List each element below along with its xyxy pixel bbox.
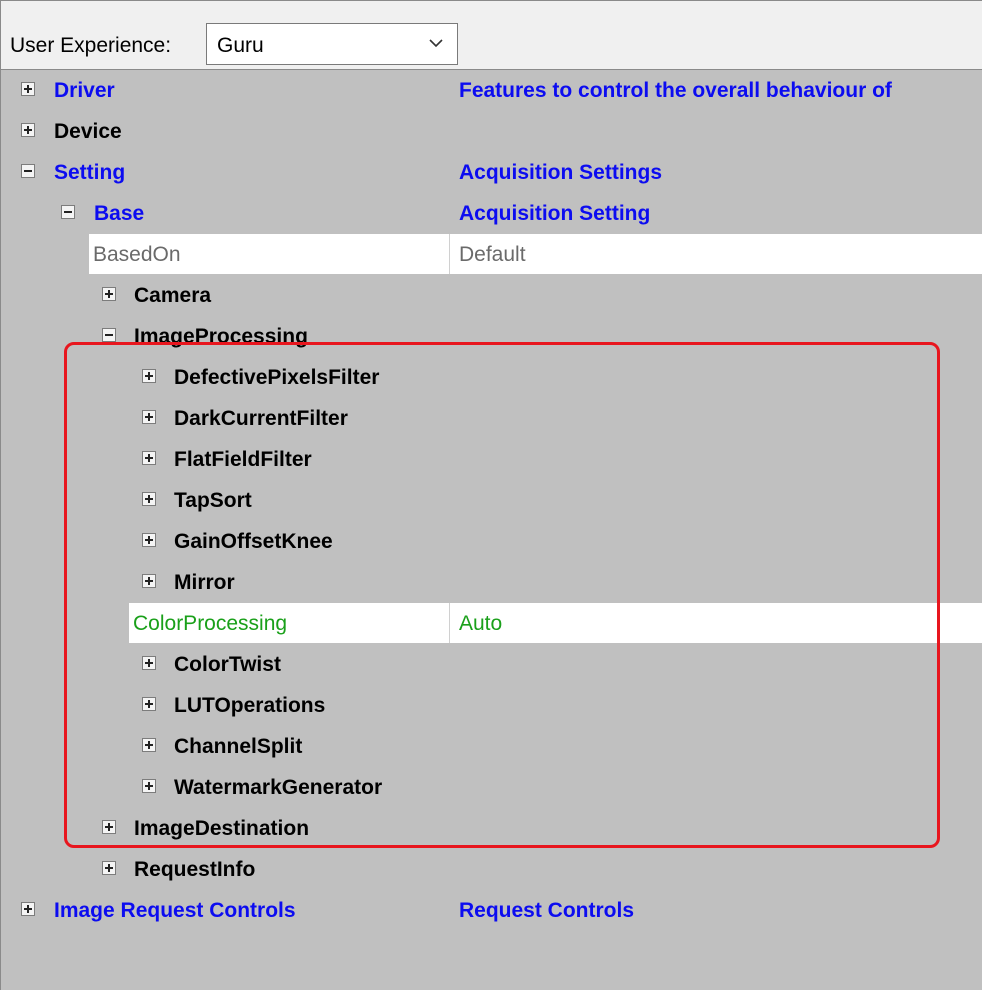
tree-row-base[interactable]: Base Acquisition Setting (1, 193, 982, 233)
tree-label: FlatFieldFilter (174, 448, 312, 471)
tree-label: Base (94, 202, 145, 225)
expand-icon[interactable] (102, 861, 116, 875)
tree-label: ColorTwist (174, 653, 281, 676)
tree-label: DefectivePixelsFilter (174, 366, 380, 389)
tree-description: Acquisition Setting (459, 202, 651, 225)
tree-label: Mirror (174, 571, 235, 594)
expand-icon[interactable] (142, 492, 156, 506)
tree-row-color-processing[interactable]: ColorProcessing Auto (129, 603, 982, 643)
user-experience-label: User Experience: (10, 34, 172, 57)
tree-label: Camera (134, 284, 212, 307)
tree-label: Image Request Controls (54, 899, 296, 922)
expand-icon[interactable] (142, 574, 156, 588)
tree-label: ChannelSplit (174, 735, 303, 758)
tree-row-image-request-controls[interactable]: Image Request Controls Request Controls (1, 890, 982, 930)
tree-row-mirror[interactable]: Mirror (1, 562, 982, 602)
expand-icon[interactable] (102, 287, 116, 301)
tree-label: Setting (54, 161, 126, 184)
expand-icon[interactable] (21, 123, 35, 137)
expand-icon[interactable] (142, 410, 156, 424)
collapse-icon[interactable] (102, 328, 116, 342)
tree-label: WatermarkGenerator (174, 776, 383, 799)
expand-icon[interactable] (21, 82, 35, 96)
tree-label: Device (54, 120, 122, 143)
tree-description: Features to control the overall behaviou… (459, 79, 892, 102)
tree-row-flat-field-filter[interactable]: FlatFieldFilter (1, 439, 982, 479)
property-name: ColorProcessing (133, 612, 288, 635)
property-name: BasedOn (93, 243, 181, 266)
column-separator (449, 603, 450, 643)
tree-label: GainOffsetKnee (174, 530, 333, 553)
tree-label: Driver (54, 79, 115, 102)
tree-row-lut-operations[interactable]: LUTOperations (1, 685, 982, 725)
tree-row-gain-offset-knee[interactable]: GainOffsetKnee (1, 521, 982, 561)
expand-icon[interactable] (142, 779, 156, 793)
tree-row-setting[interactable]: Setting Acquisition Settings (1, 152, 982, 192)
tree-row-camera[interactable]: Camera (1, 275, 982, 315)
tree-row-dark-current-filter[interactable]: DarkCurrentFilter (1, 398, 982, 438)
tree-row-based-on[interactable]: BasedOn Default (89, 234, 982, 274)
collapse-icon[interactable] (61, 205, 75, 219)
tree-label: LUTOperations (174, 694, 326, 717)
property-value[interactable]: Default (459, 243, 526, 267)
property-value[interactable]: Auto (459, 612, 502, 636)
chevron-down-icon (429, 39, 443, 48)
tree-row-color-twist[interactable]: ColorTwist (1, 644, 982, 684)
tree-row-tap-sort[interactable]: TapSort (1, 480, 982, 520)
tree-label: ImageDestination (134, 817, 310, 840)
property-tree[interactable]: Driver Features to control the overall b… (0, 69, 982, 990)
tree-row-watermark-generator[interactable]: WatermarkGenerator (1, 767, 982, 807)
tree-label: RequestInfo (134, 858, 256, 881)
tree-description: Acquisition Settings (459, 161, 663, 184)
tree-row-image-processing[interactable]: ImageProcessing (1, 316, 982, 356)
tree-label: TapSort (174, 489, 252, 512)
expand-icon[interactable] (142, 451, 156, 465)
expand-icon[interactable] (142, 697, 156, 711)
tree-row-request-info[interactable]: RequestInfo (1, 849, 982, 889)
tree-label: ImageProcessing (134, 325, 308, 348)
toolbar: User Experience: Guru (0, 0, 982, 69)
tree-row-channel-split[interactable]: ChannelSplit (1, 726, 982, 766)
column-separator (449, 234, 450, 274)
collapse-icon[interactable] (21, 164, 35, 178)
expand-icon[interactable] (142, 533, 156, 547)
tree-row-defective-pixels-filter[interactable]: DefectivePixelsFilter (1, 357, 982, 397)
expand-icon[interactable] (142, 656, 156, 670)
expand-icon[interactable] (142, 369, 156, 383)
tree-row-image-destination[interactable]: ImageDestination (1, 808, 982, 848)
tree-row-driver[interactable]: Driver Features to control the overall b… (1, 70, 982, 110)
expand-icon[interactable] (21, 902, 35, 916)
expand-icon[interactable] (142, 738, 156, 752)
tree-label: DarkCurrentFilter (174, 407, 348, 430)
user-experience-value: Guru (217, 34, 264, 57)
tree-description: Request Controls (459, 899, 635, 922)
tree-row-device[interactable]: Device (1, 111, 982, 151)
user-experience-select[interactable]: Guru (206, 23, 458, 65)
expand-icon[interactable] (102, 820, 116, 834)
